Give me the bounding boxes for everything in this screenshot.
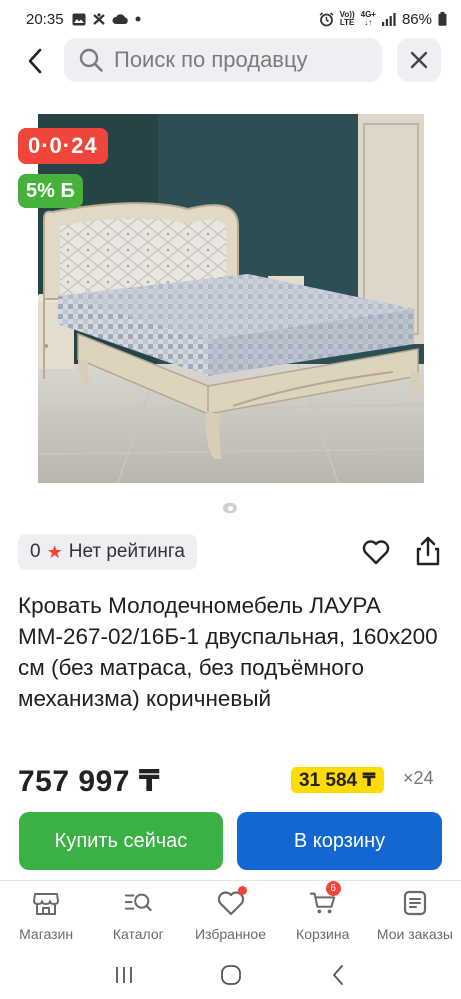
rating-value: 0 — [30, 541, 41, 562]
back-button[interactable] — [18, 44, 52, 78]
rating-text: Нет рейтинга — [68, 541, 185, 562]
recent-apps-icon — [115, 966, 132, 983]
installment-months: ×24 — [403, 768, 434, 788]
signal-icon — [381, 12, 396, 26]
share-button[interactable] — [412, 534, 444, 568]
close-icon — [410, 51, 428, 69]
product-photo — [38, 114, 424, 483]
system-back-button[interactable] — [323, 960, 353, 990]
orders-icon — [401, 889, 429, 917]
home-button[interactable] — [216, 960, 246, 990]
rating-pill[interactable]: 0 ★ Нет рейтинга — [18, 534, 197, 570]
gallery-notification-icon — [72, 13, 86, 25]
nav-label-orders: Мои заказы — [376, 926, 453, 942]
system-back-icon — [332, 964, 343, 985]
share-icon — [416, 536, 440, 566]
shop-icon — [32, 889, 60, 917]
cart-count-badge: 6 — [325, 881, 341, 896]
bottom-nav: Магазин Каталог Избранное 6 Корзина Мои … — [0, 880, 461, 950]
nav-item-favorites[interactable]: Избранное — [184, 881, 276, 950]
heart-icon — [217, 886, 247, 917]
cart-icon: 6 — [309, 881, 341, 917]
recent-apps-button[interactable] — [109, 960, 139, 990]
product-image[interactable] — [38, 114, 424, 483]
nav-label-shop: Магазин — [19, 926, 74, 942]
favorites-notification-dot — [237, 886, 247, 895]
nav-label-cart: Корзина — [296, 926, 350, 942]
status-notification-icons — [72, 12, 141, 26]
header — [0, 38, 461, 86]
dot-notification-icon — [135, 16, 141, 22]
back-arrow-icon — [28, 48, 42, 74]
battery-icon — [438, 12, 447, 26]
carousel-dot-active — [227, 505, 233, 511]
cloud-notification-icon — [112, 14, 128, 24]
add-to-favorites-button[interactable] — [360, 536, 392, 568]
system-nav-bar — [0, 950, 461, 999]
star-icon: ★ — [46, 541, 63, 562]
buy-now-button[interactable]: Купить сейчас — [19, 812, 223, 870]
product-price: 757 997 ₸ — [18, 765, 161, 798]
catalog-icon — [124, 889, 153, 917]
nav-label-catalog: Каталог — [112, 926, 164, 942]
product-title: Кровать Молодечномебель ЛАУРА ММ-267-02/… — [18, 593, 438, 711]
bonus-badge: 5% Б — [18, 174, 83, 208]
home-icon — [220, 964, 241, 985]
nav-item-cart[interactable]: 6 Корзина — [277, 881, 369, 950]
data-indicator: 4G+ ↓↑ — [361, 11, 376, 27]
battery-percent: 86% — [401, 10, 432, 28]
search-box[interactable] — [64, 38, 382, 82]
installment-price[interactable]: 31 584 ₸ — [291, 767, 384, 793]
data-bottom-text: ↓↑ — [364, 18, 373, 27]
image-carousel-indicator[interactable] — [223, 503, 237, 513]
search-icon — [79, 48, 103, 72]
nav-item-shop[interactable]: Магазин — [0, 881, 92, 950]
status-right-icons: Vo)) LTE 4G+ ↓↑ 86% — [319, 11, 447, 28]
alarm-icon — [319, 11, 334, 26]
installment-badge: 0·0·24 — [18, 128, 108, 164]
close-button[interactable] — [397, 38, 441, 82]
nav-item-orders[interactable]: Мои заказы — [369, 881, 461, 950]
nav-item-catalog[interactable]: Каталог — [92, 881, 184, 950]
search-input[interactable] — [114, 47, 364, 73]
status-time: 20:35 — [26, 10, 64, 28]
heart-icon — [362, 540, 390, 565]
add-to-cart-button[interactable]: В корзину — [237, 812, 442, 870]
volte-indicator: Vo)) LTE — [340, 11, 355, 27]
status-bar: 20:35 Vo)) LTE 4G+ ↓↑ 86% — [0, 0, 461, 38]
volte-bottom-text: LTE — [339, 18, 355, 27]
nav-label-favorites: Избранное — [195, 926, 266, 942]
cross-notification-icon — [92, 12, 105, 25]
